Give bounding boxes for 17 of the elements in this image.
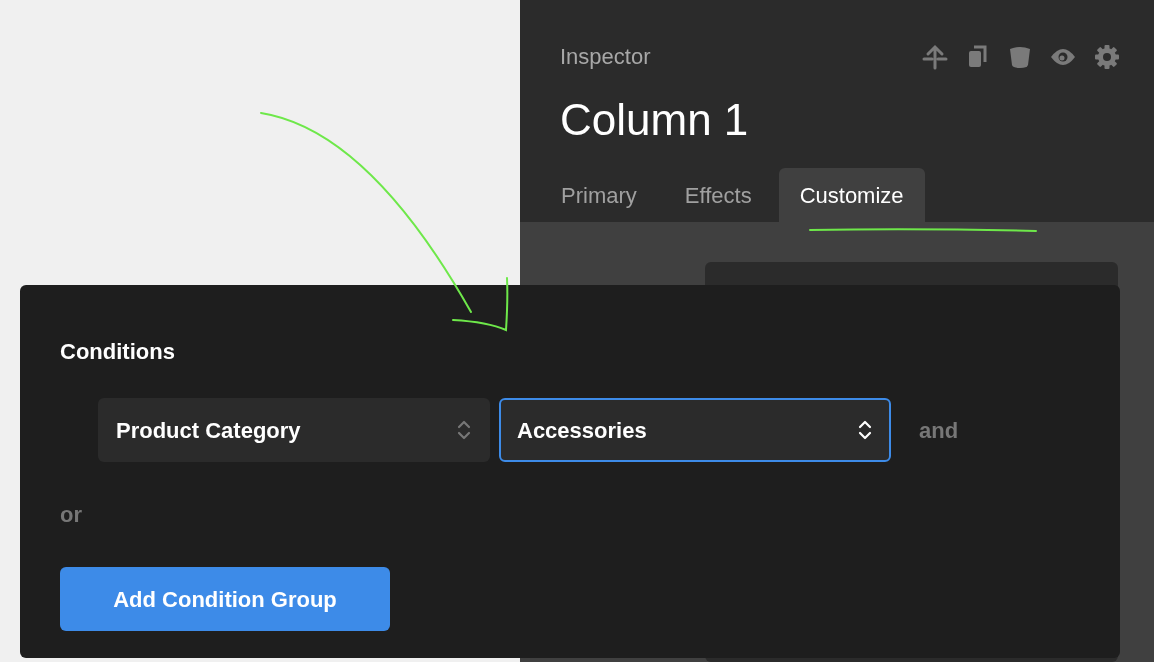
copy-icon[interactable] (966, 43, 990, 70)
tab[interactable]: Effects (663, 168, 773, 222)
chevron-updown-icon (456, 419, 472, 441)
conditions-title: Conditions (60, 338, 176, 366)
bucket-icon[interactable] (1008, 44, 1032, 69)
settings-icon[interactable] (1094, 43, 1120, 70)
tab[interactable]: Customize (778, 168, 925, 222)
select-field[interactable]: Product Category (98, 398, 490, 462)
tab[interactable]: Primary (540, 168, 658, 222)
or-label: or (60, 501, 83, 529)
move-icon[interactable] (922, 43, 948, 70)
eye-icon[interactable] (1050, 46, 1076, 67)
inspector-title: Column 1 (560, 94, 750, 146)
select-field[interactable]: Accessories (499, 398, 891, 462)
chevron-updown-icon (857, 419, 873, 441)
inspector-label: Inspector (560, 43, 651, 71)
and-label: and (919, 416, 959, 445)
